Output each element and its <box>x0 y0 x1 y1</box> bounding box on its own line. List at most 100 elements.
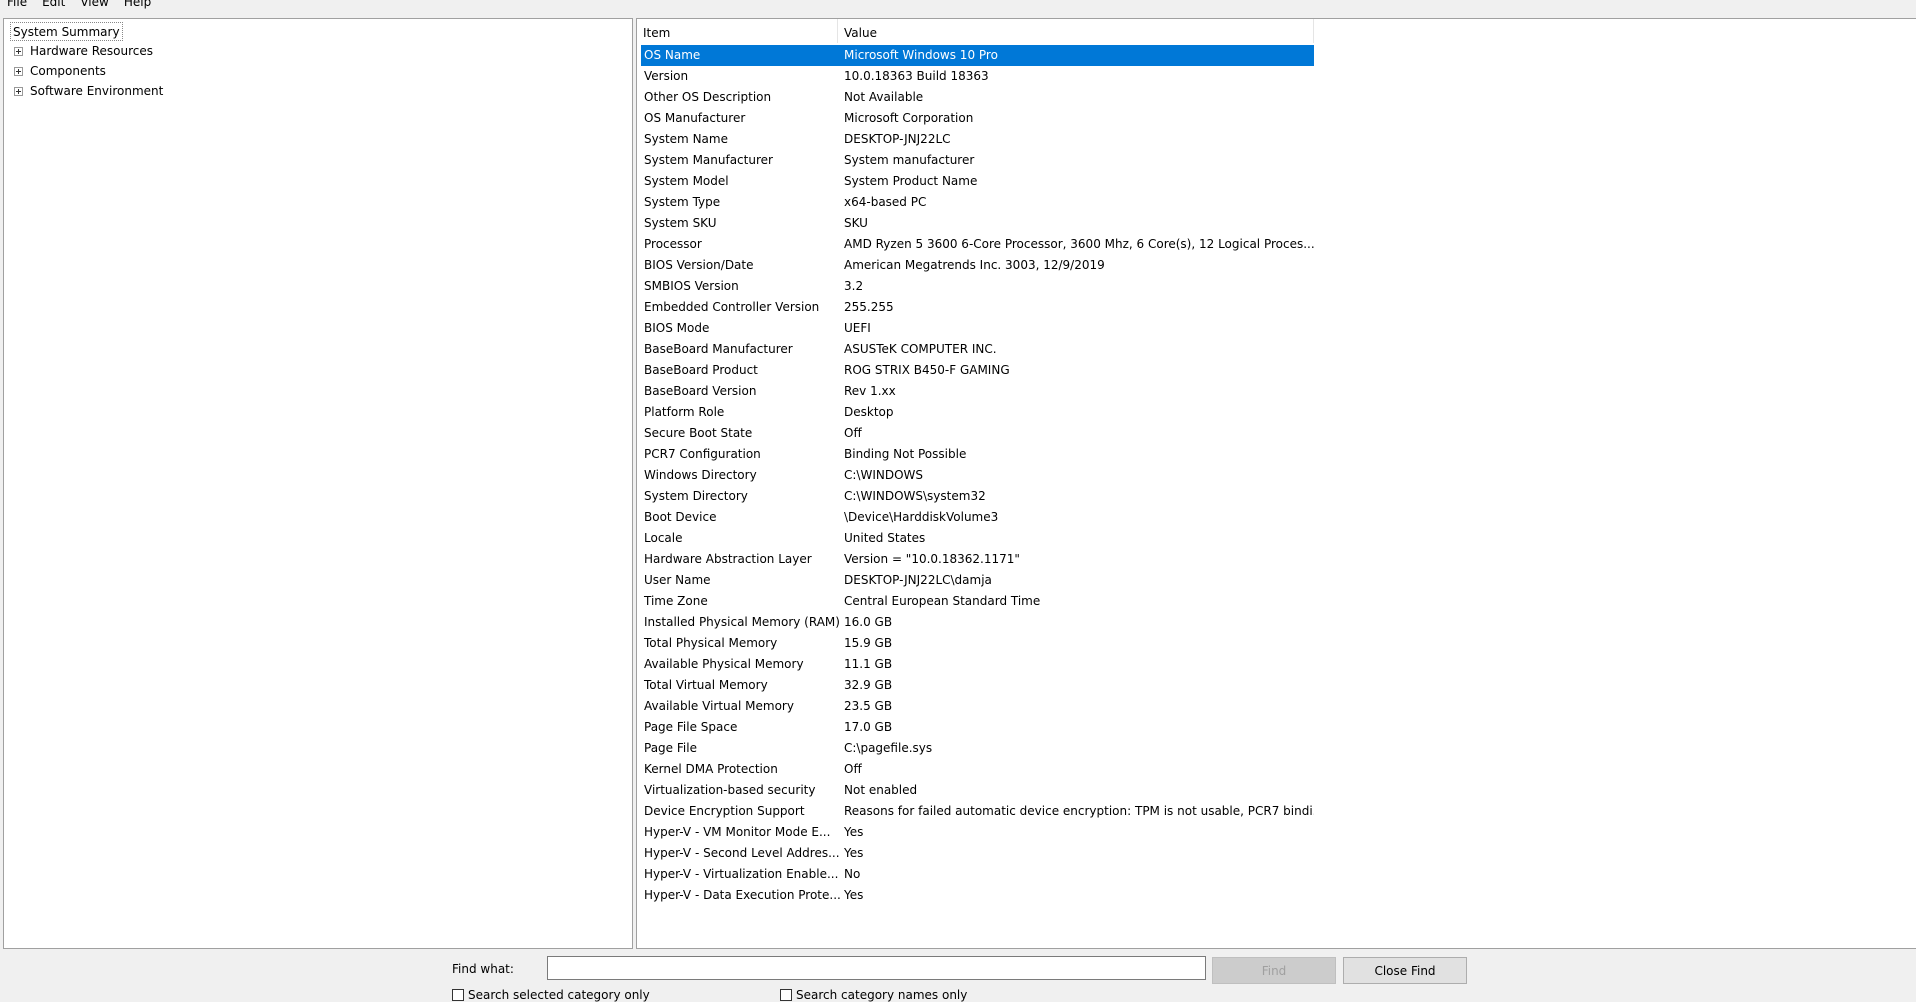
cell-item: System Type <box>644 195 721 209</box>
table-row[interactable]: System Manufacturer System manufacturer <box>641 150 1314 171</box>
table-row[interactable]: BaseBoard Manufacturer ASUSTeK COMPUTER I… <box>641 339 1314 360</box>
table-row[interactable]: Total Virtual Memory 32.9 GB <box>641 675 1314 696</box>
cell-item: System Directory <box>644 489 748 503</box>
cell-value: DESKTOP-JNJ22LC\damja <box>844 573 992 587</box>
table-row[interactable]: Embedded Controller Version 255.255 <box>641 297 1314 318</box>
table-row[interactable]: Version 10.0.18363 Build 18363 <box>641 66 1314 87</box>
table-row[interactable]: Hyper-V - VM Monitor Mode E... Yes <box>641 822 1314 843</box>
table-row[interactable]: Processor AMD Ryzen 5 3600 6-Core Process… <box>641 234 1314 255</box>
cell-item: Hyper-V - Second Level Addres... <box>644 846 840 860</box>
table-row[interactable]: User Name DESKTOP-JNJ22LC\damja <box>641 570 1314 591</box>
column-header-item[interactable]: Item <box>637 19 838 43</box>
table-row[interactable]: Hyper-V - Virtualization Enable... No <box>641 864 1314 885</box>
menu-edit[interactable]: Edit <box>35 0 73 9</box>
cell-value: Yes <box>844 846 864 860</box>
table-row[interactable]: BaseBoard Version Rev 1.xx <box>641 381 1314 402</box>
category-tree[interactable]: System Summary Hardware Resources Compon… <box>3 18 633 949</box>
cell-item: User Name <box>644 573 711 587</box>
cell-item: BIOS Version/Date <box>644 258 754 272</box>
table-row[interactable]: System Name DESKTOP-JNJ22LC <box>641 129 1314 150</box>
table-row[interactable]: BaseBoard Product ROG STRIX B450-F GAMING <box>641 360 1314 381</box>
table-row[interactable]: Hyper-V - Second Level Addres... Yes <box>641 843 1314 864</box>
list-header: Item Value <box>637 19 1314 43</box>
cell-value: Microsoft Corporation <box>844 111 974 125</box>
find-input[interactable] <box>547 956 1206 980</box>
cell-value: Reasons for failed automatic device encr… <box>844 804 1314 818</box>
table-row[interactable]: Page File C:\pagefile.sys <box>641 738 1314 759</box>
find-button[interactable]: Find <box>1212 957 1336 984</box>
table-row[interactable]: Available Physical Memory 11.1 GB <box>641 654 1314 675</box>
expand-icon[interactable] <box>14 86 23 96</box>
cell-value: 17.0 GB <box>844 720 893 734</box>
cell-item: Processor <box>644 237 702 251</box>
cell-item: BaseBoard Product <box>644 363 758 377</box>
cell-item: Page File <box>644 741 697 755</box>
table-row[interactable]: System Type x64-based PC <box>641 192 1314 213</box>
checkbox-icon[interactable] <box>452 989 464 1001</box>
table-row[interactable]: Device Encryption Support Reasons for fai… <box>641 801 1314 822</box>
table-row[interactable]: System SKU SKU <box>641 213 1314 234</box>
cell-value: C:\WINDOWS <box>844 468 924 482</box>
tree-item-software-environment[interactable]: Software Environment <box>4 81 163 101</box>
cell-value: Central European Standard Time <box>844 594 1041 608</box>
table-row[interactable]: Virtualization-based security Not enabled <box>641 780 1314 801</box>
cell-value: C:\WINDOWS\system32 <box>844 489 986 503</box>
table-row[interactable]: Locale United States <box>641 528 1314 549</box>
table-row[interactable]: System Directory C:\WINDOWS\system32 <box>641 486 1314 507</box>
table-row[interactable]: Total Physical Memory 15.9 GB <box>641 633 1314 654</box>
expand-icon[interactable] <box>14 66 23 76</box>
tree-item-label: Components <box>30 64 106 78</box>
table-row[interactable]: Secure Boot State Off <box>641 423 1314 444</box>
checkbox-icon[interactable] <box>780 989 792 1001</box>
table-row[interactable]: Other OS Description Not Available <box>641 87 1314 108</box>
cell-value: AMD Ryzen 5 3600 6-Core Processor, 3600 … <box>844 237 1314 251</box>
cell-item: Hyper-V - VM Monitor Mode E... <box>644 825 831 839</box>
tree-item-hardware-resources[interactable]: Hardware Resources <box>4 41 153 61</box>
cell-value: 16.0 GB <box>844 615 893 629</box>
table-row[interactable]: Hyper-V - Data Execution Prote... Yes <box>641 885 1314 906</box>
details-list[interactable]: Item Value OS Name Microsoft Windows 10 P… <box>636 18 1916 949</box>
cell-value: 255.255 <box>844 300 894 314</box>
cell-item: System Name <box>644 132 728 146</box>
menu-file[interactable]: File <box>0 0 35 9</box>
table-row[interactable]: Platform Role Desktop <box>641 402 1314 423</box>
table-row[interactable]: BIOS Version/Date American Megatrends Inc… <box>641 255 1314 276</box>
cell-item: Hardware Abstraction Layer <box>644 552 812 566</box>
cell-item: Version <box>644 69 689 83</box>
table-row[interactable]: OS Manufacturer Microsoft Corporation <box>641 108 1314 129</box>
table-row[interactable]: Available Virtual Memory 23.5 GB <box>641 696 1314 717</box>
table-row[interactable]: Time Zone Central European Standard Time <box>641 591 1314 612</box>
table-row[interactable]: Kernel DMA Protection Off <box>641 759 1314 780</box>
cell-value: System manufacturer <box>844 153 975 167</box>
cell-item: Locale <box>644 531 683 545</box>
tree-item-label: Hardware Resources <box>30 44 154 58</box>
table-row[interactable]: OS Name Microsoft Windows 10 Pro <box>641 45 1314 66</box>
table-row[interactable]: Hardware Abstraction Layer Version = "10.… <box>641 549 1314 570</box>
tree-item-components[interactable]: Components <box>4 61 106 81</box>
table-row[interactable]: Installed Physical Memory (RAM) 16.0 GB <box>641 612 1314 633</box>
cell-value: x64-based PC <box>844 195 927 209</box>
table-row[interactable]: System Model System Product Name <box>641 171 1314 192</box>
cell-value: System Product Name <box>844 174 978 188</box>
table-row[interactable]: Page File Space 17.0 GB <box>641 717 1314 738</box>
menu-help[interactable]: Help <box>117 0 159 9</box>
table-row[interactable]: Boot Device \Device\HarddiskVolume3 <box>641 507 1314 528</box>
cell-item: Page File Space <box>644 720 738 734</box>
cell-value: Binding Not Possible <box>844 447 967 461</box>
table-row[interactable]: SMBIOS Version 3.2 <box>641 276 1314 297</box>
cell-item: Boot Device <box>644 510 717 524</box>
close-find-button[interactable]: Close Find <box>1343 957 1467 984</box>
cell-value: American Megatrends Inc. 3003, 12/9/2019 <box>844 258 1105 272</box>
cell-value: C:\pagefile.sys <box>844 741 933 755</box>
cell-item: SMBIOS Version <box>644 279 739 293</box>
table-row[interactable]: Windows Directory C:\WINDOWS <box>641 465 1314 486</box>
menu-view[interactable]: View <box>73 0 116 9</box>
cell-item: Virtualization-based security <box>644 783 816 797</box>
cell-value: UEFI <box>844 321 871 335</box>
table-row[interactable]: BIOS Mode UEFI <box>641 318 1314 339</box>
table-row[interactable]: PCR7 Configuration Binding Not Possible <box>641 444 1314 465</box>
tree-item-system-summary[interactable]: System Summary <box>10 22 123 41</box>
cell-value: Not enabled <box>844 783 918 797</box>
column-header-value[interactable]: Value <box>838 19 1314 43</box>
expand-icon[interactable] <box>14 46 23 56</box>
